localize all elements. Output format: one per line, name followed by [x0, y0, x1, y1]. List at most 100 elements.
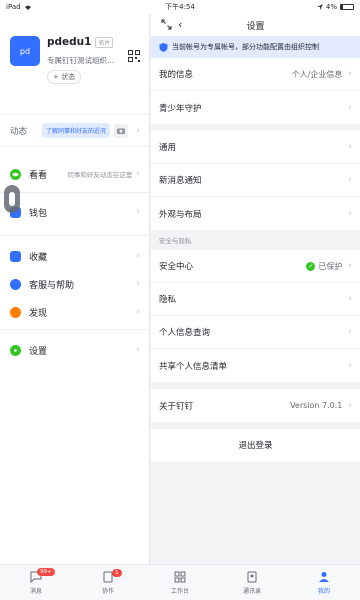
headset-icon: [10, 278, 21, 290]
contacts-icon: [247, 571, 257, 582]
name-card-tag[interactable]: 名片: [95, 36, 114, 48]
menu-item-label: 看看: [29, 170, 48, 181]
chevron-right-icon: ›: [136, 125, 140, 136]
row-label: 外观与布局: [159, 209, 202, 220]
profile-name: pdedu1: [47, 36, 92, 48]
settings-row-general[interactable]: 通用 ›: [151, 131, 360, 164]
settings-row-about[interactable]: 关于钉钉 Version 7.0.1 ›: [151, 389, 360, 422]
menu-item-label: 收藏: [29, 252, 48, 263]
unread-badge: 1: [112, 569, 122, 577]
camera-icon[interactable]: [114, 123, 129, 138]
tab-workbench[interactable]: 工作台: [144, 565, 216, 600]
settings-group-about: 关于钉钉 Version 7.0.1 ›: [151, 389, 360, 422]
row-label: 隐私: [159, 295, 177, 305]
floating-handle[interactable]: [4, 185, 20, 213]
menu-item-wallet[interactable]: 钱包 ›: [0, 198, 150, 226]
divider: [0, 235, 150, 236]
left-panel: pd pdedu1 名片 专属钉钉测试组织... + 状态 动态 了解同事和好友…: [0, 14, 150, 564]
gear-icon: [10, 344, 21, 356]
chevron-right-icon: ›: [136, 251, 140, 261]
menu-item-label: 钱包: [29, 208, 48, 219]
settings-row-personal-info-query[interactable]: 个人信息查询 ›: [151, 316, 360, 349]
profile-name-row: pdedu1 名片: [47, 36, 114, 48]
expand-icon[interactable]: [161, 19, 172, 30]
settings-group-account: 我的信息 个人/企业信息 › 青少年守护 ›: [151, 58, 360, 124]
menu-item-favorites[interactable]: 收藏 ›: [0, 242, 150, 270]
chevron-right-icon: ›: [136, 345, 140, 355]
tab-messages[interactable]: 99+ 消息: [0, 565, 72, 600]
profile-org: 专属钉钉测试组织...: [47, 56, 115, 65]
menu-item-label: 客服与帮助: [29, 280, 75, 291]
row-label: 通用: [159, 143, 177, 153]
qr-code-icon[interactable]: [128, 50, 140, 62]
chevron-right-icon: ›: [348, 400, 352, 411]
tab-contacts[interactable]: 通讯录: [216, 565, 288, 600]
row-label: 安全中心: [159, 262, 194, 272]
check-icon: ✓: [306, 261, 316, 271]
menu-item-label: 发现: [29, 308, 48, 319]
notice-text: 当前帐号为专属帐号，部分功能配置由组织控制: [172, 43, 319, 51]
settings-row-appearance[interactable]: 外观与布局 ›: [151, 197, 360, 230]
menu-item-discover[interactable]: 发现 ›: [0, 298, 150, 326]
chevron-right-icon: ›: [348, 360, 352, 371]
chevron-right-icon: ›: [348, 208, 352, 219]
status-time: 下午4:54: [165, 3, 195, 11]
settings-row-privacy[interactable]: 隐私 ›: [151, 283, 360, 316]
chevron-right-icon: ›: [348, 102, 352, 113]
settings-panel: ‹ 设置 当前帐号为专属帐号，部分功能配置由组织控制 我的信息 个人/企业信息 …: [151, 14, 360, 564]
row-label: 关于钉钉: [159, 401, 194, 412]
chevron-right-icon: ›: [348, 142, 352, 152]
status-button[interactable]: + 状态: [47, 70, 82, 84]
chevron-right-icon: ›: [348, 175, 352, 185]
dynamic-label: 动态: [10, 126, 28, 137]
compass-icon: [10, 306, 21, 318]
settings-row-security-center[interactable]: 安全中心 ✓ 已保护 ›: [151, 250, 360, 283]
divider: [0, 192, 150, 193]
row-label: 个人信息查询: [159, 328, 211, 338]
tab-label: 我的: [317, 587, 330, 595]
chevron-right-icon: ›: [136, 307, 140, 317]
menu-item-label: 设置: [29, 346, 48, 357]
tab-me[interactable]: 我的: [288, 565, 360, 600]
settings-row-shared-info-list[interactable]: 共享个人信息清单 ›: [151, 349, 360, 382]
avatar[interactable]: pd: [10, 36, 40, 66]
chevron-right-icon: ›: [348, 294, 352, 304]
chevron-right-icon: ›: [348, 261, 352, 271]
back-icon[interactable]: ‹: [178, 18, 182, 31]
menu-item-support[interactable]: 客服与帮助 ›: [0, 270, 150, 298]
settings-group-security: 安全中心 ✓ 已保护 › 隐私 › 个人信息查询 › 共享个人信息清单 ›: [151, 250, 360, 382]
settings-row-notifications[interactable]: 新消息通知 ›: [151, 164, 360, 197]
row-label: 新消息通知: [159, 176, 202, 186]
menu-item-settings[interactable]: 设置 ›: [0, 336, 150, 364]
chevron-right-icon: ›: [348, 69, 352, 79]
person-icon: [319, 571, 329, 582]
row-label: 共享个人信息清单: [159, 361, 228, 372]
dynamic-chip[interactable]: 了解同事和好友的近况: [42, 123, 111, 138]
unread-badge: 99+: [37, 568, 55, 576]
settings-row-my-info[interactable]: 我的信息 个人/企业信息 ›: [151, 58, 360, 91]
tab-label: 工作台: [170, 587, 189, 595]
tab-label: 通讯录: [242, 587, 261, 595]
account-notice: 当前帐号为专属帐号，部分功能配置由组织控制: [151, 36, 360, 58]
dynamic-row[interactable]: 动态 了解同事和好友的近况 ›: [0, 114, 150, 147]
watch-icon: [10, 168, 21, 180]
menu-item-watch[interactable]: 看看 同事和好友动态在这里 ›: [0, 160, 150, 188]
row-label: 我的信息: [159, 70, 194, 80]
security-status: 已保护: [318, 261, 343, 271]
tab-label: 消息: [29, 587, 42, 595]
row-value: ✓ 已保护: [306, 261, 342, 272]
logout-button[interactable]: 退出登录: [151, 429, 360, 461]
settings-header: ‹ 设置: [151, 14, 360, 36]
tab-label: 协作: [101, 587, 114, 595]
divider: [0, 329, 150, 330]
chevron-right-icon: ›: [136, 207, 140, 217]
settings-row-teen-guard[interactable]: 青少年守护 ›: [151, 91, 360, 124]
tab-collaboration[interactable]: 1 协作: [72, 565, 144, 600]
row-label: 青少年守护: [159, 103, 202, 114]
bottom-tab-bar: 99+ 消息 1 协作 工作台 通讯录 我的: [0, 564, 360, 600]
shield-icon: [159, 42, 168, 52]
version-value: Version 7.0.1: [290, 401, 343, 410]
profile-card[interactable]: pd pdedu1 名片 专属钉钉测试组织... + 状态: [0, 14, 149, 100]
settings-group-general: 通用 › 新消息通知 › 外观与布局 ›: [151, 131, 360, 230]
chevron-right-icon: ›: [136, 169, 140, 179]
